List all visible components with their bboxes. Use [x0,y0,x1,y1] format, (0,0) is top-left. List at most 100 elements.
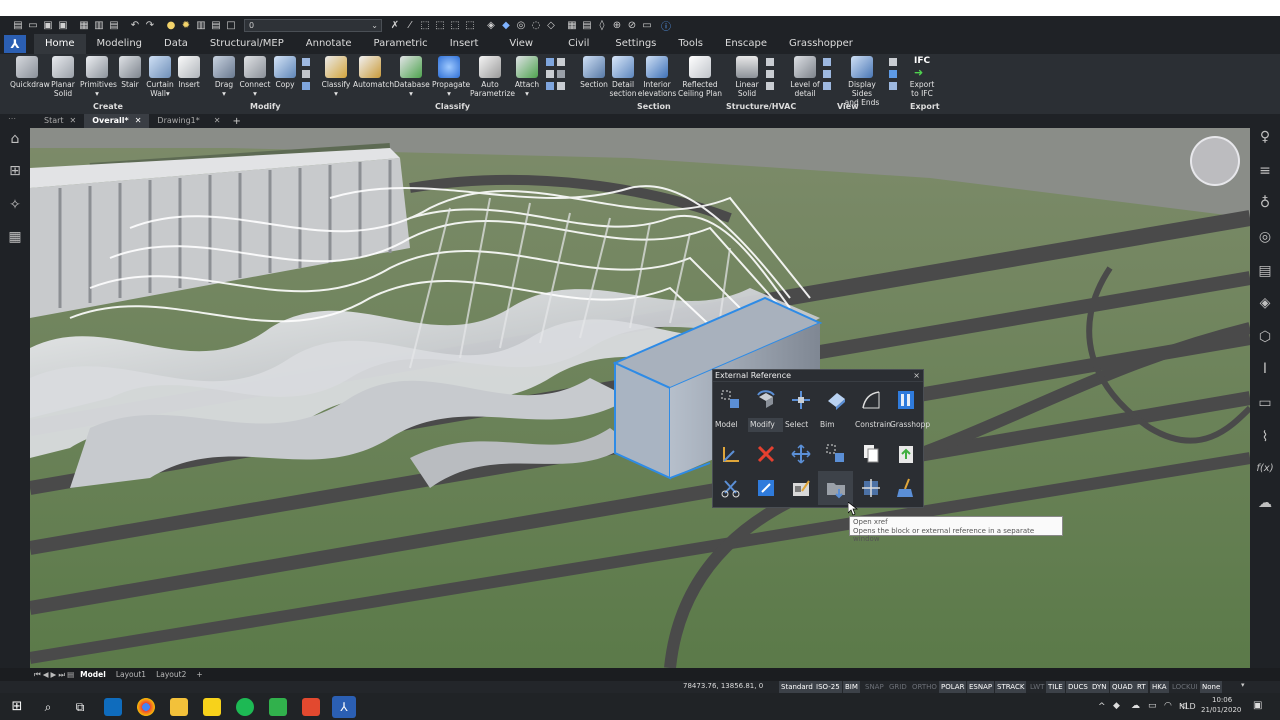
building-icon[interactable] [546,82,554,90]
detach-button[interactable] [748,437,783,471]
clean-button[interactable] [888,471,923,505]
category-tab-modify[interactable]: Modify [748,418,783,432]
refresh-icon[interactable] [889,82,897,90]
link-icon[interactable]: ⊘ [626,19,638,31]
snapshot-icon[interactable]: ▭ [641,19,653,31]
set-base-point-button[interactable] [713,437,748,471]
save-as-icon[interactable]: ▣ [57,19,69,31]
status-ducs[interactable]: DUCS [1066,681,1090,693]
constrain-tool-button[interactable] [853,383,888,417]
text-cursor-icon[interactable]: I [1256,360,1274,378]
attachment-icon[interactable]: ⌇ [1256,428,1274,446]
status-tile[interactable]: TILE [1046,681,1065,693]
status-polar[interactable]: POLAR [939,681,967,693]
clock-date[interactable]: 21/01/2020 [1201,706,1241,714]
layout-list-icon[interactable]: ▤ [67,670,74,679]
onedrive-icon[interactable]: ☁ [1131,701,1140,711]
plot-icon[interactable]: ▥ [93,19,105,31]
tab-data[interactable]: Data [153,34,199,54]
lightbulb-icon[interactable]: ♀ [1256,128,1274,146]
spotify-icon[interactable] [236,698,254,716]
ribbon-panel-icon[interactable]: ▤ [1256,262,1274,280]
category-tab-model[interactable]: Model [713,418,748,432]
close-icon[interactable]: ✕ [135,114,142,128]
tab-modeling[interactable]: Modeling [86,34,154,54]
cube-icon[interactable] [889,58,897,66]
interior-elevations-button[interactable]: Interior elevations [636,56,678,98]
box-icon[interactable]: ⬡ [1256,328,1274,346]
drag-button[interactable]: Drag ▾ [207,56,241,98]
bricscad-icon[interactable]: ⅄ [332,696,356,718]
library-icon[interactable]: ▦ [6,228,24,246]
space-icon[interactable] [546,70,554,78]
open-xref-button[interactable] [818,471,853,505]
tab-tools[interactable]: Tools [667,34,714,54]
linear-solid-button[interactable]: Linear Solid [730,56,764,98]
view-c-icon[interactable] [823,82,831,90]
tab-annotate[interactable]: Annotate [295,34,363,54]
database-button[interactable]: Database ▾ [394,56,430,98]
layer-tool-icon[interactable]: ✗ [389,19,401,31]
doc-tab-start[interactable]: Start ✕ [36,114,84,128]
layer-on-icon[interactable]: ⬚ [464,19,476,31]
story-icon[interactable] [557,82,565,90]
status-lockui[interactable]: LOCKUI [1170,681,1200,693]
measure-icon[interactable]: ⊕ [611,19,623,31]
file-explorer-icon[interactable] [170,698,188,716]
insert-button[interactable]: Insert [172,56,206,89]
redo-icon[interactable]: ↷ [144,19,156,31]
layout-tab-layout1[interactable]: Layout1 [112,670,150,679]
planar-solid-button[interactable]: Planar Solid [46,56,80,98]
model-tool-button[interactable] [713,383,748,417]
bim-tool-button[interactable] [818,383,853,417]
status-quad[interactable]: QUAD [1110,681,1135,693]
search-icon[interactable]: ⌕ [39,698,57,716]
view-b-icon[interactable] [823,70,831,78]
status-strack[interactable]: STRACK [995,681,1027,693]
layout-tab-layout2[interactable]: Layout2 [152,670,190,679]
chrome-icon[interactable] [137,698,155,716]
doc-tab-overall[interactable]: Overall* ✕ [84,114,150,128]
status-visual-style[interactable]: Standard [779,681,815,693]
properties-icon[interactable]: ▤ [581,19,593,31]
layer-color-icon[interactable]: □ [225,19,237,31]
category-tab-bim[interactable]: Bim [818,418,853,432]
tab-parametric[interactable]: Parametric [363,34,439,54]
save-icon[interactable]: ▣ [42,19,54,31]
grasshopper-tool-button[interactable] [888,383,923,417]
close-icon[interactable]: ✕ [214,114,221,128]
status-esnap[interactable]: ESNAP [967,681,995,693]
last-layout-icon[interactable]: ⏭ [58,670,65,680]
close-icon[interactable]: × [913,370,920,382]
propagate-button[interactable]: Propagate ▾ [432,56,470,98]
match-layer-icon[interactable]: ⁄ [404,19,416,31]
view-cube-icon[interactable]: ◈ [485,19,497,31]
beam-icon[interactable] [766,58,774,66]
sticky-notes-icon[interactable] [203,698,221,716]
status-hka[interactable]: HKA [1150,681,1169,693]
camtasia-green-icon[interactable] [269,698,287,716]
tray-chevron-icon[interactable]: ^ [1098,702,1106,712]
profile-icon[interactable] [766,82,774,90]
status-snap[interactable]: SNAP [863,681,886,693]
tab-settings[interactable]: Settings [604,34,667,54]
display-sides-and-ends-button[interactable]: Display Sides and Ends [838,56,886,107]
grid-icon[interactable] [546,58,554,66]
edit-block-button[interactable] [783,471,818,505]
tab-view[interactable]: View [489,34,553,54]
calculator-icon[interactable]: ▦ [566,19,578,31]
modify-tool-button[interactable] [748,383,783,417]
outlook-icon[interactable] [104,698,122,716]
layer-bulb-icon[interactable]: ● [165,19,177,31]
erase-icon[interactable]: ◊ [596,19,608,31]
new-icon[interactable]: ▤ [12,19,24,31]
connect-button[interactable]: Connect ▾ [238,56,272,98]
navigation-wheel[interactable] [1190,136,1240,186]
panel-title-bar[interactable]: External Reference × [713,370,923,382]
app-logo-icon[interactable]: ⅄ [4,35,26,53]
3d-scene[interactable] [30,128,1250,668]
rotate-icon[interactable] [302,70,310,78]
mirror-icon[interactable] [302,82,310,90]
task-view-icon[interactable]: ⧉ [71,698,89,716]
table-icon[interactable] [557,58,565,66]
